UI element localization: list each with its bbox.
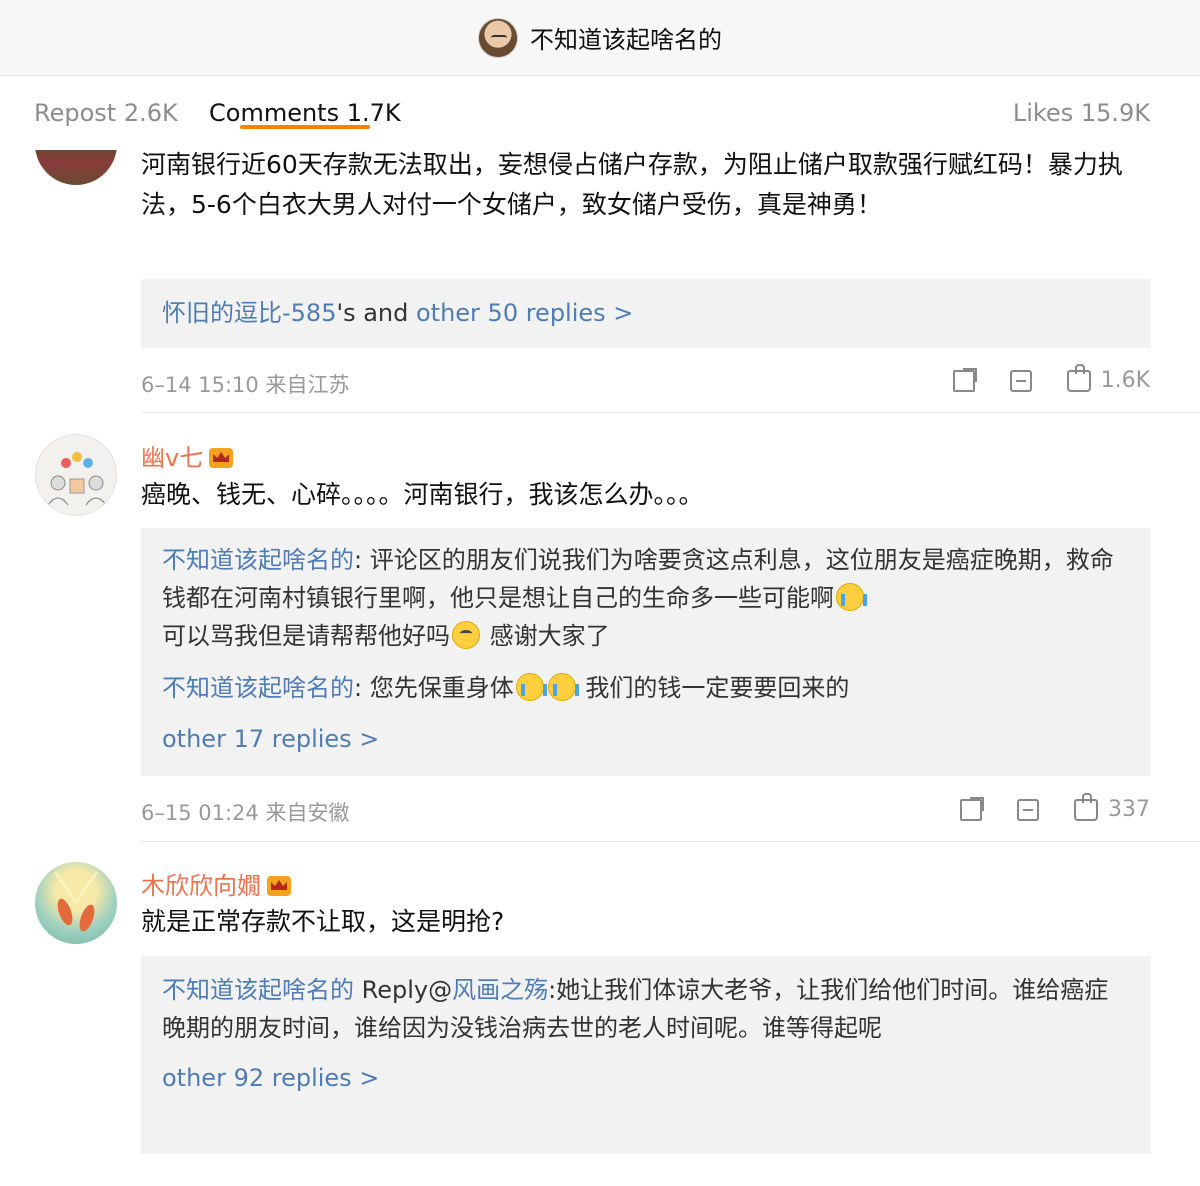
comment-actions: 1.6K [918,363,1150,393]
comment-text: 河南银行近60天存款无法取出，妄想侵占储户存款，为阻止储户取款强行赋红码！暴力执… [141,150,1123,219]
reply-preview[interactable]: 怀旧的逗比-585's and other 50 replies > [141,279,1151,348]
more-replies-link[interactable]: other 17 replies > [162,720,1130,758]
comment-icon[interactable] [1009,369,1032,392]
username-text[interactable]: 木欣欣向嫺 [141,872,261,900]
commenter-avatar[interactable] [35,862,117,944]
reply-connector: 's and [336,299,416,327]
crown-icon [209,448,234,468]
commenter-username[interactable]: 木欣欣向嫺 [141,866,291,901]
comment-actions: 337 [925,792,1150,822]
avatar-illustration [47,452,107,506]
crown-icon [267,876,291,896]
crying-emoji [547,673,579,701]
page-title: 不知道该起啥名的 [530,26,722,54]
reply-username[interactable]: 不知道该起啥名的 [162,976,354,1004]
more-replies-link[interactable]: other 92 replies > [162,1059,1130,1097]
share-icon[interactable] [952,367,977,392]
crying-emoji [515,673,547,701]
like-icon[interactable] [1066,363,1091,392]
poster-avatar[interactable] [478,17,518,58]
reply-label: Reply@ [354,976,453,1004]
top-bar: 不知道该起啥名的 [0,0,1200,76]
reply-username[interactable]: 不知道该起啥名的 [162,546,354,574]
reply-username[interactable]: 不知道该起啥名的 [162,674,354,702]
reply-text: 我们的钱一定要要回来的 [577,674,850,702]
comment-icon[interactable] [1017,798,1039,821]
tab-likes[interactable]: Likes 15.9K [1013,99,1150,127]
reply-preview[interactable]: 不知道该起啥名的 Reply@风画之殇:她让我们体谅大老爷，让我们给他们时间。谁… [141,956,1151,1154]
comment-text: 癌晚、钱无、心碎。。。。河南银行，我该怎么办。。。 [141,480,704,509]
divider [141,412,1200,413]
tab-repost[interactable]: Repost 2.6K [34,99,178,127]
avatar-illustration [53,871,99,932]
like-count: 1.6K [1100,368,1150,393]
username-text[interactable]: 幽v七 [141,444,203,472]
reply-username[interactable]: 怀旧的逗比-585 [162,299,336,327]
eye-roll-emoji [452,621,480,649]
divider [141,841,1200,842]
comment-time: 6–15 01:24 来自安徽 [141,801,350,825]
reply-target-username[interactable]: 风画之殇 [452,976,548,1004]
comment-text: 就是正常存款不让取，这是明抢? [141,907,505,936]
reply-line: 不知道该起啥名的 Reply@风画之殇:她让我们体谅大老爷，让我们给他们时间。谁… [162,971,1130,1047]
tab-bar: Repost 2.6K Comments 1.7K Likes 15.9K [0,77,1200,150]
reply-line: 不知道该起啥名的: 评论区的朋友们说我们为啥要贪这点利息，这位朋友是癌症晚期，救… [162,541,1130,655]
commenter-username[interactable]: 幽v七 [141,438,234,473]
like-icon[interactable] [1074,792,1098,821]
reply-text: : 您先保重身体 [354,674,514,702]
reply-text: 感谢大家了 [482,622,610,650]
reply-preview[interactable]: 不知道该起啥名的: 评论区的朋友们说我们为啥要贪这点利息，这位朋友是癌症晚期，救… [141,528,1151,776]
active-tab-indicator [240,125,370,129]
tab-comments[interactable]: Comments 1.7K [209,99,401,127]
share-icon[interactable] [960,796,984,821]
crying-emoji [836,583,867,611]
comment-time: 6–14 15:10 来自江苏 [141,373,350,397]
like-count: 337 [1108,797,1150,822]
more-replies-link[interactable]: other 50 replies > [416,299,633,327]
reply-text: 可以骂我但是请帮帮他好吗 [162,622,450,650]
reply-line: 不知道该起啥名的: 您先保重身体 我们的钱一定要要回来的 [162,669,1130,707]
commenter-avatar[interactable] [35,434,117,516]
